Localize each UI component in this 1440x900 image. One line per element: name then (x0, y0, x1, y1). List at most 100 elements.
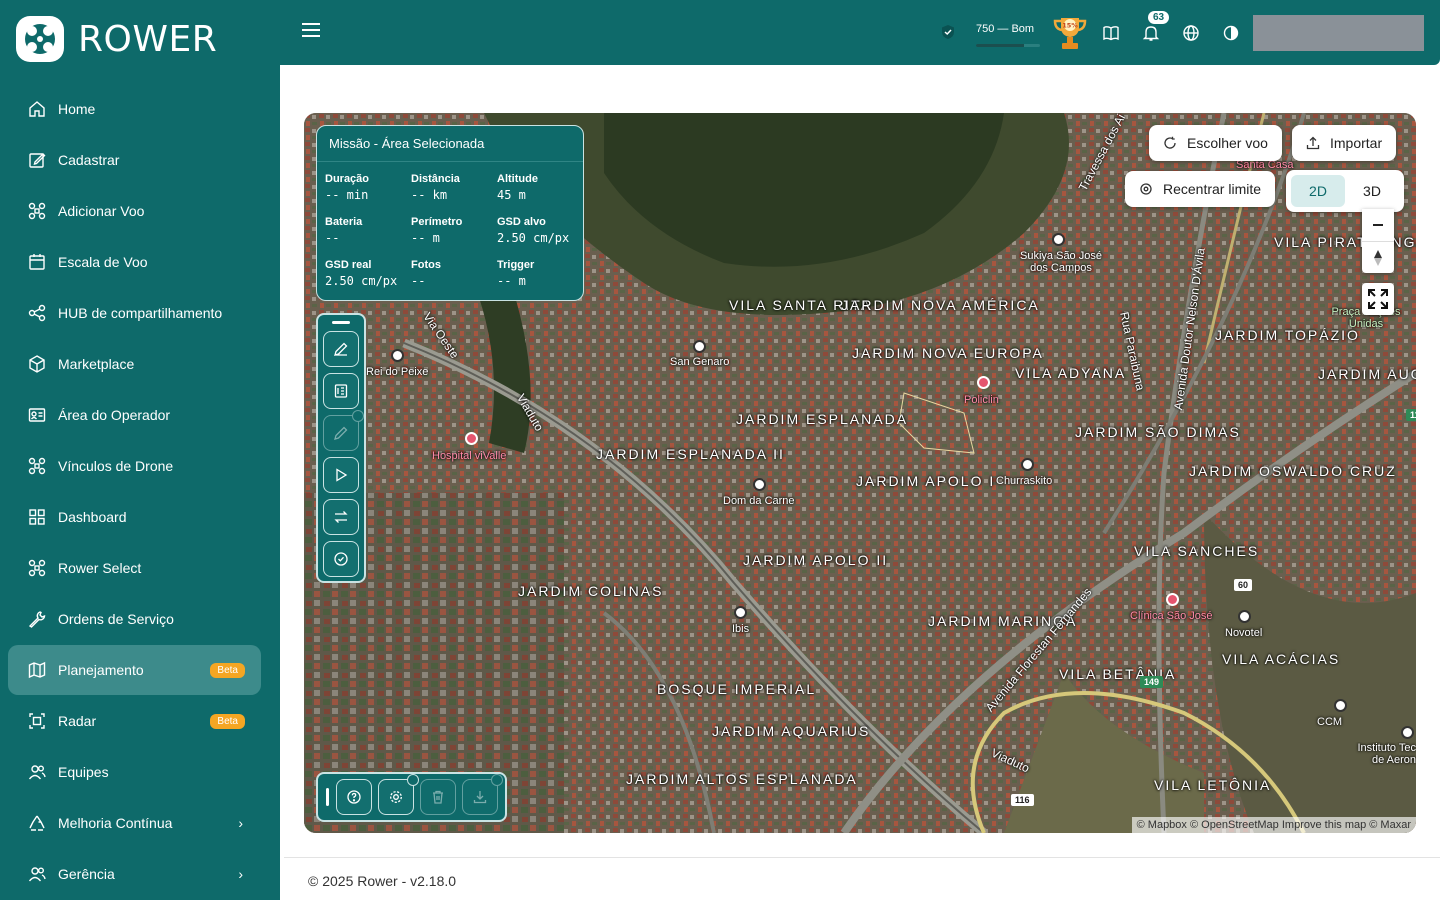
neighborhood-label: BOSQUE IMPERIAL (657, 681, 817, 697)
route-shield: 60 (1234, 579, 1253, 591)
neighborhood-label: JARDIM AUGUSTA (1318, 366, 1416, 382)
mission-title: Missão - Área Selecionada (317, 126, 583, 162)
stat-perimeter: Perímetro -- m (411, 216, 462, 245)
sidebar-item-dashboard[interactable]: Dashboard (8, 492, 261, 542)
id-card-icon (28, 406, 46, 424)
grid-icon (28, 508, 46, 526)
sidebar-item-area-operador[interactable]: Área do Operador (8, 390, 261, 440)
recenter-button[interactable]: Recentrar limite (1125, 171, 1276, 207)
sidebar-item-marketplace[interactable]: Marketplace (8, 339, 261, 389)
sidebar-item-adicionar-voo[interactable]: Adicionar Voo (8, 186, 261, 236)
sidebar-item-ordens-servico[interactable]: Ordens de Serviço (8, 594, 261, 644)
import-button[interactable]: Importar (1292, 125, 1397, 161)
import-label: Importar (1330, 135, 1383, 151)
recycle-icon (28, 814, 46, 832)
hotel-marker-icon[interactable] (734, 606, 747, 619)
hotel-marker-icon[interactable] (1238, 610, 1251, 623)
help-button[interactable] (336, 779, 372, 815)
sidebar-item-escala-de-voo[interactable]: Escala de Voo (8, 237, 261, 287)
landmark-marker-icon[interactable] (1401, 726, 1414, 739)
zoom-out-button[interactable] (1362, 209, 1394, 241)
sidebar-item-gerencia[interactable]: Gerência › (8, 849, 261, 899)
sidebar-item-label: Dashboard (58, 509, 127, 525)
landmark-marker-icon[interactable] (1334, 699, 1347, 712)
neighborhood-label: JARDIM COLINAS (518, 583, 664, 599)
stat-value: 2.50 cm/px (497, 231, 570, 245)
globe-icon[interactable] (1182, 24, 1200, 42)
play-button[interactable] (323, 457, 359, 493)
sidebar-item-label: Home (58, 101, 96, 117)
map-attribution[interactable]: © Mapbox © OpenStreetMap Improve this ma… (1131, 817, 1416, 833)
user-menu[interactable] (1253, 15, 1424, 51)
stat-value: -- km (411, 188, 448, 202)
brand-logo[interactable]: ROWER (16, 16, 217, 62)
footer-divider (284, 857, 1440, 858)
poi-label: Instituto Tec de Aeron (1357, 742, 1417, 766)
drag-handle[interactable] (332, 321, 350, 324)
mode-3d-option[interactable]: 3D (1345, 175, 1399, 207)
sidebar-item-label: Gerência (58, 866, 115, 882)
edit-button[interactable] (323, 410, 364, 451)
wrench-icon (28, 610, 46, 628)
choose-flight-button[interactable]: Escolher voo (1149, 125, 1282, 161)
stat-trigger: Trigger -- m (497, 259, 534, 288)
sidebar-item-hub[interactable]: HUB de compartilhamento (8, 288, 261, 338)
neighborhood-label: VILA ACÁCIAS (1222, 651, 1341, 667)
chevron-right-icon: › (238, 815, 243, 831)
sidebar-item-melhoria-continua[interactable]: Melhoria Contínua › (8, 798, 261, 848)
trash-icon (433, 790, 443, 804)
stat-value: -- min (325, 188, 369, 202)
sidebar-item-label: Escala de Voo (58, 254, 148, 270)
sidebar-item-cadastrar[interactable]: Cadastrar (8, 135, 261, 185)
contrast-icon[interactable] (1222, 24, 1240, 42)
mode-2d-option[interactable]: 2D (1291, 175, 1345, 207)
restaurant-marker-icon[interactable] (1021, 458, 1034, 471)
restaurant-marker-icon[interactable] (693, 340, 706, 353)
swap-button[interactable] (323, 499, 359, 535)
sidebar-item-label: HUB de compartilhamento (58, 305, 223, 321)
sidebar-item-rower-select[interactable]: Rower Select (8, 543, 261, 593)
download-button[interactable] (462, 774, 503, 815)
menu-toggle-icon[interactable] (302, 23, 320, 41)
book-icon[interactable] (1102, 24, 1120, 42)
shield-check-icon (942, 25, 954, 39)
restaurant-marker-icon[interactable] (753, 478, 766, 491)
fullscreen-button[interactable] (1362, 283, 1394, 315)
delete-button[interactable] (420, 779, 456, 815)
sidebar-item-radar[interactable]: Radar Beta (8, 696, 261, 746)
sidebar-item-planejamento[interactable]: Planejamento Beta (8, 645, 261, 695)
restaurant-marker-icon[interactable] (391, 349, 404, 362)
minus-icon (1373, 224, 1383, 226)
sidebar-item-equipes[interactable]: Equipes (8, 747, 261, 797)
trophy-icon[interactable]: 15% (1050, 13, 1090, 53)
calculator-button[interactable] (323, 373, 359, 409)
restaurant-marker-icon[interactable] (1052, 233, 1065, 246)
topbar: 750 — Bom 15% 63 (280, 0, 1440, 65)
hospital-marker-icon[interactable] (1166, 593, 1179, 606)
users-icon (28, 865, 46, 883)
compass-button[interactable] (1362, 241, 1394, 273)
draw-button[interactable] (323, 331, 359, 367)
neighborhood-label: VILA PIRATININGA (1274, 234, 1416, 250)
hospital-marker-icon[interactable] (465, 432, 478, 445)
drag-handle[interactable] (326, 788, 329, 806)
hospital-marker-icon[interactable] (977, 376, 990, 389)
poi-label: Rei do Peixe (366, 366, 429, 378)
confirm-button[interactable] (323, 541, 359, 577)
neighborhood-label: VILA LETÔNIA (1154, 777, 1272, 793)
neighborhood-label: JARDIM APOLO I (856, 473, 996, 489)
stat-gsd-real: GSD real 2.50 cm/px (325, 259, 397, 288)
neighborhood-label: JARDIM ESPLANADA (736, 411, 909, 427)
sidebar-item-vinculos-drone[interactable]: Vínculos de Drone (8, 441, 261, 491)
route-shield: 149 (1140, 676, 1164, 688)
poi-label: CCM (1317, 716, 1343, 728)
poi-label: Ibis (732, 623, 750, 635)
mission-panel: Missão - Área Selecionada Duração -- min … (316, 125, 584, 301)
stat-label: Fotos (411, 259, 441, 271)
stat-value: -- (325, 231, 340, 245)
sidebar-item-home[interactable]: Home (8, 84, 261, 134)
bell-icon[interactable] (1142, 24, 1160, 42)
chevron-right-icon: › (238, 866, 243, 882)
settings-button[interactable] (378, 774, 419, 815)
zoom-control (1362, 209, 1394, 273)
